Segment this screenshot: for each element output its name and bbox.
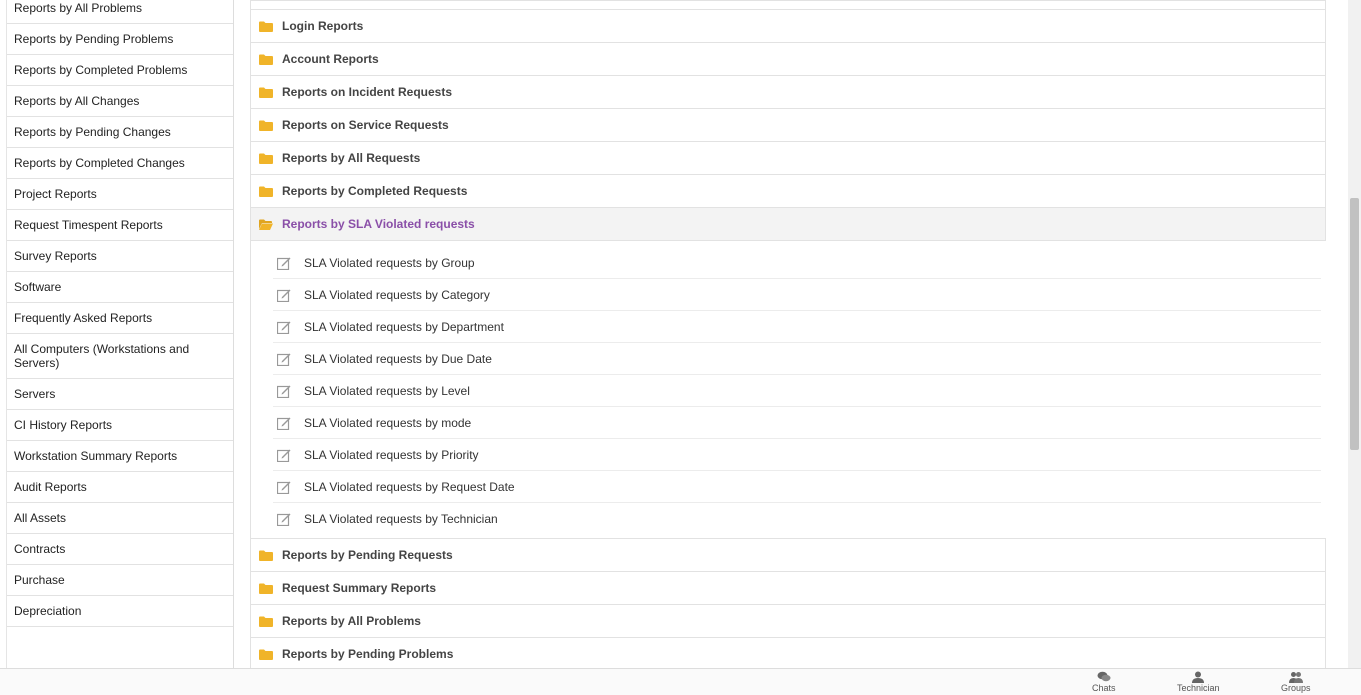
category-label: Reports on Incident Requests	[282, 85, 453, 99]
sub-report-label: SLA Violated requests by Request Date	[304, 479, 515, 494]
category-label: Reports by SLA Violated requests	[282, 217, 475, 231]
category-label: Request Summary Reports	[282, 581, 437, 595]
sidebar-item[interactable]: Reports by Pending Changes	[7, 117, 233, 148]
category-label: Reports by All Problems	[282, 614, 421, 628]
folder-icon	[259, 616, 273, 627]
sidebar-item[interactable]: Reports by All Changes	[7, 86, 233, 117]
edit-report-icon	[277, 417, 291, 430]
group-icon	[1288, 672, 1303, 683]
chats-button[interactable]: Chats	[1092, 671, 1116, 693]
groups-button[interactable]: Groups	[1281, 671, 1311, 693]
category-row[interactable]: Login Reports	[250, 10, 1326, 43]
bottom-chat-bar: Chats Technician Groups	[0, 668, 1361, 695]
sub-report-item[interactable]: SLA Violated requests by Category	[273, 279, 1321, 311]
person-icon	[1192, 671, 1205, 683]
sub-report-item[interactable]: SLA Violated requests by mode	[273, 407, 1321, 439]
category-label: Reports by Completed Requests	[282, 184, 468, 198]
technician-label: Technician	[1177, 683, 1220, 693]
category-row-active[interactable]: Reports by SLA Violated requests	[250, 208, 1326, 241]
edit-report-icon	[277, 257, 291, 270]
sub-report-label: SLA Violated requests by Level	[304, 383, 470, 398]
sub-report-label: SLA Violated requests by Department	[304, 319, 504, 334]
sub-report-item[interactable]: SLA Violated requests by Level	[273, 375, 1321, 407]
sub-report-item[interactable]: SLA Violated requests by Group	[273, 247, 1321, 279]
sidebar-item[interactable]: Request Timespent Reports	[7, 210, 233, 241]
sub-report-panel: SLA Violated requests by Group SLA Viola…	[250, 241, 1326, 539]
category-row[interactable]: Request Summary Reports	[250, 572, 1326, 605]
edit-report-icon	[277, 481, 291, 494]
sub-report-item[interactable]: SLA Violated requests by Priority	[273, 439, 1321, 471]
folder-icon	[259, 21, 273, 32]
folder-icon	[259, 649, 273, 660]
sub-report-label: SLA Violated requests by Due Date	[304, 351, 492, 366]
category-row[interactable]: Reports by All Requests	[250, 142, 1326, 175]
folder-icon	[259, 550, 273, 561]
sub-report-item[interactable]: SLA Violated requests by Department	[273, 311, 1321, 343]
edit-report-icon	[277, 513, 291, 526]
category-label: Reports by Pending Problems	[282, 647, 454, 661]
sidebar-item[interactable]: Servers	[7, 379, 233, 410]
sidebar-item[interactable]: All Assets	[7, 503, 233, 534]
category-label: Reports on Service Requests	[282, 118, 449, 132]
folder-icon	[259, 120, 273, 131]
sidebar-item[interactable]: Depreciation	[7, 596, 233, 627]
category-row[interactable]: Account Reports	[250, 43, 1326, 76]
category-row[interactable]: Reports by Pending Requests	[250, 539, 1326, 572]
sub-report-item[interactable]: SLA Violated requests by Technician	[273, 503, 1321, 534]
sidebar-item[interactable]: All Computers (Workstations and Servers)	[7, 334, 233, 379]
technician-button[interactable]: Technician	[1177, 671, 1220, 693]
category-label: Login Reports	[282, 19, 364, 33]
category-label: Account Reports	[282, 52, 379, 66]
sidebar-item[interactable]: Audit Reports	[7, 472, 233, 503]
sidebar-item[interactable]: CI History Reports	[7, 410, 233, 441]
category-row[interactable]: Reports on Incident Requests	[250, 76, 1326, 109]
chats-label: Chats	[1092, 683, 1116, 693]
edit-report-icon	[277, 289, 291, 302]
sidebar-item[interactable]: Reports by Pending Problems	[7, 24, 233, 55]
category-row[interactable]: Reports on Service Requests	[250, 109, 1326, 142]
sub-report-label: SLA Violated requests by Group	[304, 255, 475, 270]
report-category-list: Login Reports Account Reports Reports on…	[250, 0, 1326, 668]
category-label: Reports by Pending Requests	[282, 548, 453, 562]
folder-open-icon	[259, 219, 273, 230]
sidebar-item[interactable]: Software	[7, 272, 233, 303]
folder-icon	[259, 583, 273, 594]
sub-report-item[interactable]: SLA Violated requests by Due Date	[273, 343, 1321, 375]
sidebar-item[interactable]: Workstation Summary Reports	[7, 441, 233, 472]
folder-icon	[259, 186, 273, 197]
groups-label: Groups	[1281, 683, 1311, 693]
scrollbar-thumb[interactable]	[1350, 198, 1359, 450]
sidebar-item[interactable]: Survey Reports	[7, 241, 233, 272]
sidebar-item[interactable]: Purchase	[7, 565, 233, 596]
edit-report-icon	[277, 385, 291, 398]
category-row[interactable]: Reports by Pending Problems	[250, 638, 1326, 668]
category-row-partial	[250, 0, 1326, 10]
sub-report-label: SLA Violated requests by Technician	[304, 511, 498, 526]
sidebar-item[interactable]: Reports by Completed Changes	[7, 148, 233, 179]
category-label: Reports by All Requests	[282, 151, 421, 165]
category-row[interactable]: Reports by All Problems	[250, 605, 1326, 638]
sidebar-item[interactable]: Reports by All Problems	[7, 0, 233, 24]
folder-icon	[259, 54, 273, 65]
sub-report-label: SLA Violated requests by mode	[304, 415, 472, 430]
sidebar-item[interactable]: Project Reports	[7, 179, 233, 210]
edit-report-icon	[277, 449, 291, 462]
report-sidebar: Reports by All Problems Reports by Pendi…	[6, 0, 234, 668]
sub-report-label: SLA Violated requests by Priority	[304, 447, 479, 462]
page-scrollbar[interactable]	[1348, 0, 1361, 668]
chat-bubbles-icon	[1097, 671, 1111, 682]
sidebar-item[interactable]: Contracts	[7, 534, 233, 565]
category-row[interactable]: Reports by Completed Requests	[250, 175, 1326, 208]
folder-icon	[259, 87, 273, 98]
sub-report-item[interactable]: SLA Violated requests by Request Date	[273, 471, 1321, 503]
edit-report-icon	[277, 321, 291, 334]
folder-icon	[259, 153, 273, 164]
sidebar-item[interactable]: Frequently Asked Reports	[7, 303, 233, 334]
sub-report-label: SLA Violated requests by Category	[304, 287, 490, 302]
edit-report-icon	[277, 353, 291, 366]
sidebar-item[interactable]: Reports by Completed Problems	[7, 55, 233, 86]
